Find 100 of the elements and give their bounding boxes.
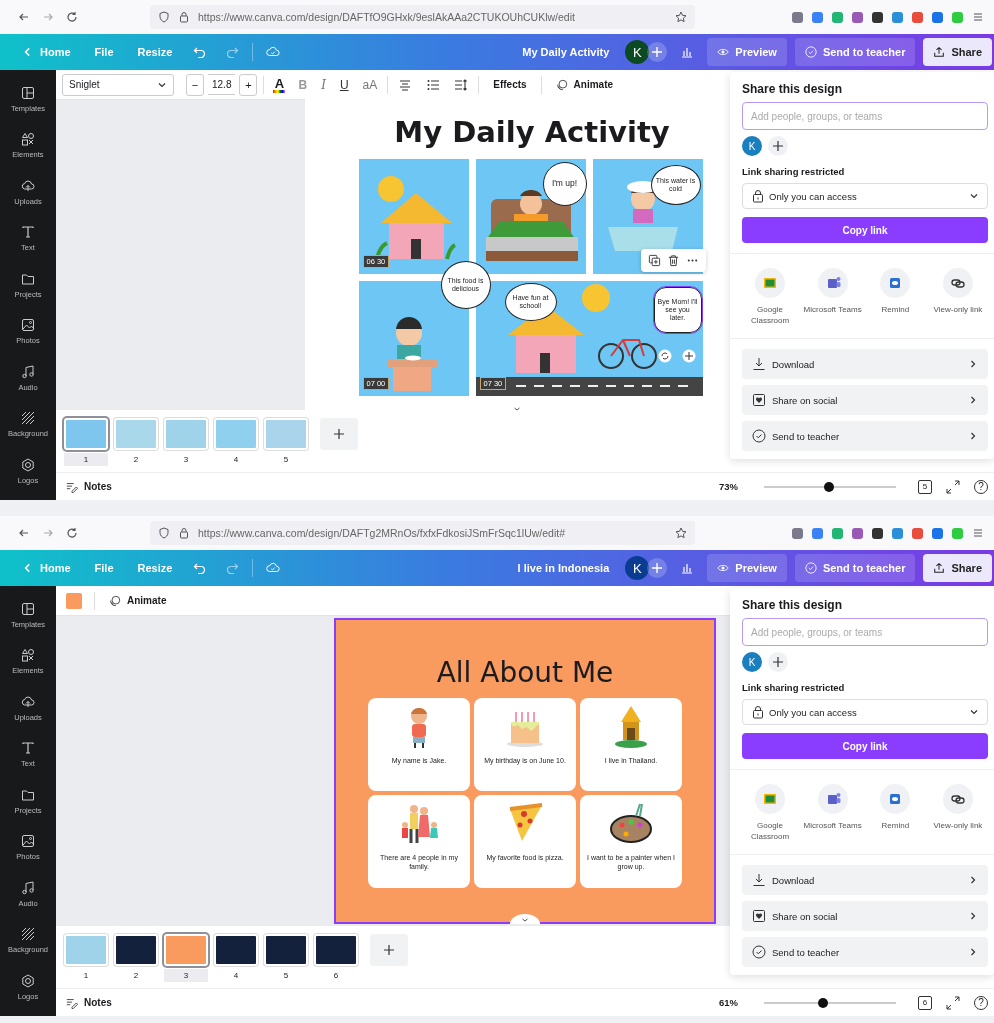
forward-icon[interactable] bbox=[42, 527, 54, 539]
preview-button[interactable]: Preview bbox=[707, 38, 787, 66]
duplicate-icon[interactable] bbox=[647, 254, 661, 267]
user-avatar[interactable]: K bbox=[625, 556, 650, 580]
design-title[interactable]: I live in Indonesia bbox=[517, 562, 610, 574]
page-thumbnail[interactable]: 2 bbox=[114, 418, 158, 466]
share-option[interactable]: Share on social bbox=[742, 385, 988, 416]
share-option[interactable]: Share on social bbox=[742, 901, 988, 932]
share-option[interactable]: Download bbox=[742, 349, 988, 380]
undo-icon[interactable] bbox=[193, 561, 208, 575]
reload-icon[interactable] bbox=[66, 11, 78, 23]
animate-button[interactable]: Animate bbox=[547, 78, 622, 91]
decrease-size-button[interactable]: − bbox=[186, 73, 204, 96]
trash-icon[interactable] bbox=[666, 254, 680, 267]
preview-button[interactable]: Preview bbox=[707, 554, 787, 582]
send-to-teacher-button[interactable]: Send to teacher bbox=[794, 38, 916, 66]
user-avatar[interactable]: K bbox=[625, 40, 650, 64]
add-people-field[interactable]: Add people, groups, or teams bbox=[742, 102, 988, 130]
animate-button[interactable]: Animate bbox=[101, 594, 175, 607]
user-avatar[interactable]: K bbox=[742, 652, 762, 672]
slider-handle[interactable] bbox=[818, 997, 829, 1008]
cloud-check-icon[interactable] bbox=[266, 561, 281, 575]
page-thumbnail[interactable]: 3 bbox=[164, 934, 208, 982]
share-app-button[interactable]: Microsoft Teams bbox=[802, 784, 863, 843]
share-button[interactable]: Share bbox=[923, 554, 992, 582]
notes-button[interactable]: Notes bbox=[66, 996, 112, 1009]
underline-button[interactable]: U bbox=[335, 77, 353, 92]
zoom-percentage[interactable]: 61% bbox=[719, 997, 738, 1008]
page-thumbnail[interactable]: 1 bbox=[64, 418, 108, 466]
back-icon[interactable] bbox=[18, 527, 30, 539]
color-swatch[interactable] bbox=[66, 592, 82, 609]
share-option[interactable]: Send to teacher bbox=[742, 421, 988, 452]
add-people-icon[interactable] bbox=[647, 558, 668, 578]
undo-icon[interactable] bbox=[193, 45, 208, 59]
italic-button[interactable]: I bbox=[317, 77, 330, 92]
rotate-icon[interactable] bbox=[657, 349, 672, 363]
design-title[interactable]: My Daily Activity bbox=[522, 46, 610, 58]
menu-icon[interactable] bbox=[972, 527, 984, 539]
text-color-button[interactable]: A bbox=[270, 76, 289, 93]
share-button[interactable]: Share bbox=[923, 38, 992, 66]
increase-size-button[interactable]: + bbox=[239, 73, 258, 96]
share-app-button[interactable]: Microsoft Teams bbox=[802, 268, 863, 327]
zoom-percentage[interactable]: 73% bbox=[719, 481, 738, 492]
share-option[interactable]: Download bbox=[742, 865, 988, 896]
back-icon[interactable] bbox=[18, 11, 30, 23]
menu-icon[interactable] bbox=[972, 11, 984, 23]
move-icon[interactable] bbox=[681, 349, 696, 363]
page-thumbnail[interactable]: 5 bbox=[264, 418, 308, 466]
copy-link-button[interactable]: Copy link bbox=[742, 733, 988, 759]
insights-icon[interactable] bbox=[680, 561, 695, 575]
font-dropdown[interactable]: Sniglet bbox=[62, 73, 174, 96]
add-person-button[interactable] bbox=[768, 136, 788, 156]
extension-icon[interactable] bbox=[872, 527, 883, 539]
forward-icon[interactable] bbox=[42, 11, 54, 23]
address-bar[interactable]: https://www.canva.com/design/DAFTfO9GHxk/9eslAkAAa2CTUKOUhCUKlw/edit bbox=[150, 5, 695, 29]
access-dropdown[interactable]: Only you can access bbox=[742, 183, 988, 209]
share-option[interactable]: Send to teacher bbox=[742, 937, 988, 968]
letter-case-button[interactable]: aA bbox=[358, 77, 382, 92]
page-thumbnail[interactable]: 1 bbox=[64, 934, 108, 982]
slider-handle[interactable] bbox=[823, 481, 834, 492]
star-icon[interactable] bbox=[675, 527, 687, 539]
share-app-button[interactable]: Google Classroom bbox=[740, 784, 800, 843]
add-page-button[interactable] bbox=[370, 934, 408, 966]
add-page-button[interactable] bbox=[320, 418, 358, 450]
fullscreen-icon[interactable] bbox=[946, 995, 960, 1010]
line-spacing-icon[interactable] bbox=[454, 77, 469, 92]
add-people-field[interactable]: Add people, groups, or teams bbox=[742, 618, 988, 646]
fullscreen-icon[interactable] bbox=[946, 479, 960, 494]
share-app-button[interactable]: View-only link bbox=[927, 784, 988, 843]
page-thumbnail[interactable]: 2 bbox=[114, 934, 158, 982]
page-thumbnail[interactable]: 3 bbox=[164, 418, 208, 466]
page-count-button[interactable]: 5 bbox=[918, 479, 932, 494]
add-person-button[interactable] bbox=[768, 652, 788, 672]
add-people-icon[interactable] bbox=[647, 42, 668, 62]
bullet-list-icon[interactable] bbox=[426, 77, 441, 92]
page-thumbnail[interactable]: 4 bbox=[214, 418, 258, 466]
cloud-check-icon[interactable] bbox=[266, 45, 281, 59]
font-size-field[interactable]: 12.8 bbox=[208, 74, 236, 95]
insights-icon[interactable] bbox=[680, 45, 695, 59]
reload-icon[interactable] bbox=[66, 527, 78, 539]
address-bar[interactable]: https://www.canva.com/design/DAFTg2MRnOs/fxfxFdkosiJSmFrSqc1lUw/edit# bbox=[150, 521, 695, 545]
copy-link-button[interactable]: Copy link bbox=[742, 217, 988, 243]
share-app-button[interactable]: Remind bbox=[865, 784, 926, 843]
notes-button[interactable]: Notes bbox=[66, 480, 112, 493]
share-app-button[interactable]: View-only link bbox=[927, 268, 988, 327]
page-thumbnail[interactable]: 5 bbox=[264, 934, 308, 982]
cloud-upload-icon bbox=[21, 178, 35, 193]
access-dropdown[interactable]: Only you can access bbox=[742, 699, 988, 725]
share-app-button[interactable]: Remind bbox=[865, 268, 926, 327]
align-center-icon[interactable] bbox=[398, 77, 413, 92]
share-app-button[interactable]: Google Classroom bbox=[740, 268, 800, 327]
page-thumbnail[interactable]: 4 bbox=[214, 934, 258, 982]
star-icon[interactable] bbox=[675, 11, 687, 23]
page-count-button[interactable]: 6 bbox=[918, 995, 932, 1010]
send-to-teacher-button[interactable]: Send to teacher bbox=[794, 554, 916, 582]
page-thumbnail[interactable]: 6 bbox=[314, 934, 358, 982]
user-avatar[interactable]: K bbox=[742, 136, 762, 156]
effects-button[interactable]: Effects bbox=[485, 79, 535, 90]
chevron-down-icon[interactable] bbox=[510, 914, 540, 924]
extension-icon[interactable] bbox=[872, 11, 883, 23]
